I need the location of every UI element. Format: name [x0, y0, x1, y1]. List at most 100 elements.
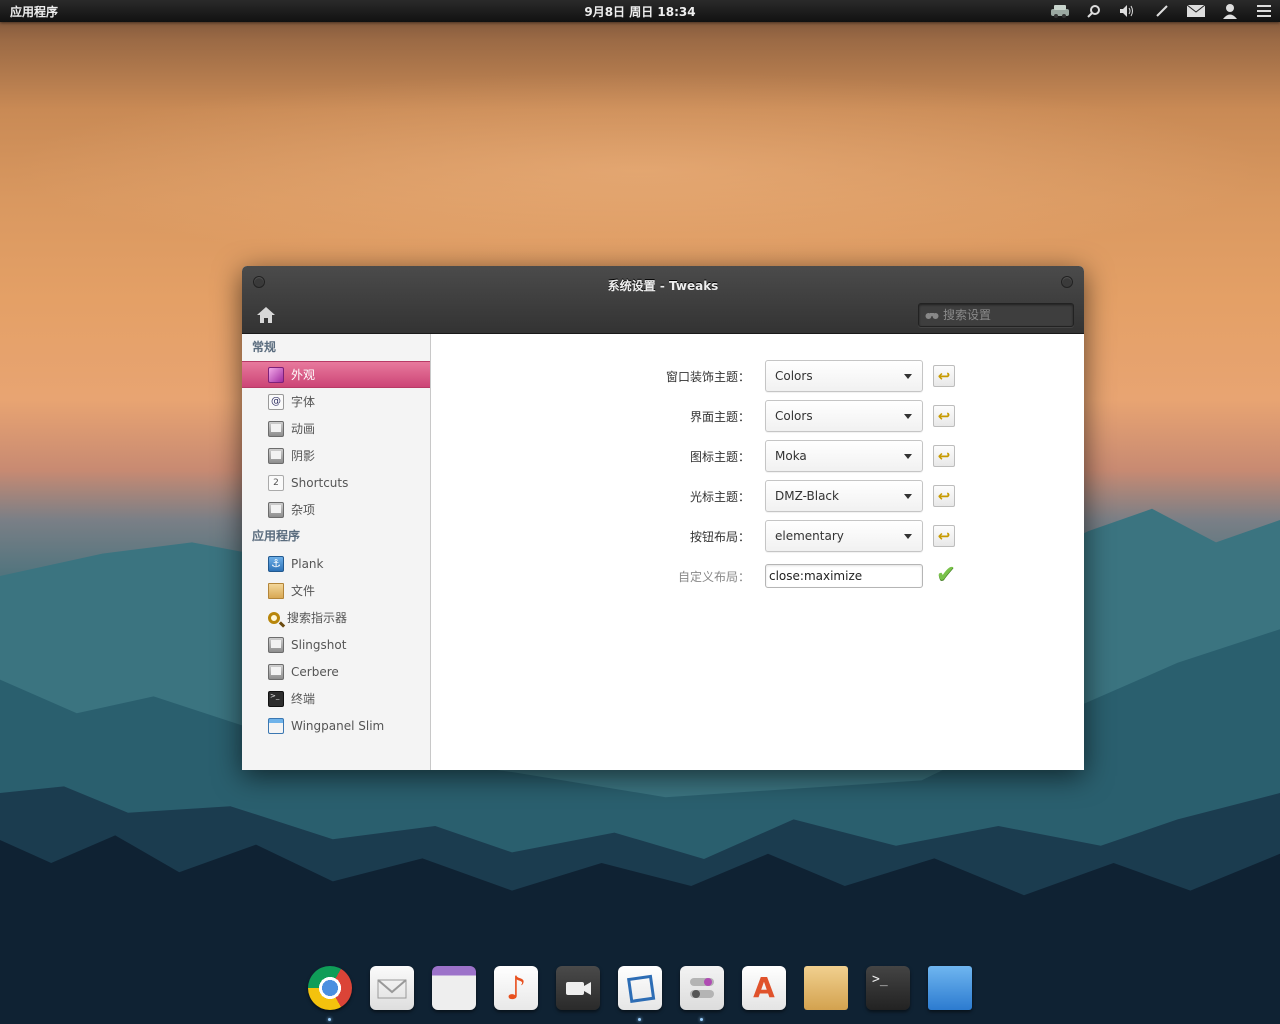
sidebar: 常规 外观 @ 字体 动画 阴影 2 Shortcuts 杂项 应用程序 ⚓ Plan…: [242, 334, 431, 770]
sidebar-item-shortcuts[interactable]: 2 Shortcuts: [242, 469, 430, 496]
sidebar-item-label: Plank: [291, 556, 324, 571]
ui-theme-row: 界面主题： Colors ↩: [431, 400, 1084, 432]
user-icon[interactable]: [1220, 2, 1240, 20]
sidebar-section-general: 常规: [252, 340, 277, 354]
sidebar-item-misc[interactable]: 杂项: [242, 496, 430, 523]
search-field[interactable]: [918, 303, 1074, 327]
tweaks-window: 系统设置 - Tweaks 常规 外观 @ 字体 动画 阴影 2 Shortcuts…: [242, 266, 1084, 770]
sidebar-item-label: 杂项: [291, 503, 316, 517]
dropdown-arrow-icon: [904, 454, 912, 459]
sidebar-item-label: 外观: [291, 368, 316, 382]
volume-icon[interactable]: [1118, 2, 1138, 20]
terminal-icon: >_: [268, 690, 284, 707]
sidebar-item-label: Wingpanel Slim: [291, 718, 385, 733]
mail-icon[interactable]: [370, 966, 414, 1010]
sidebar-item-label: 字体: [291, 395, 316, 409]
video-icon[interactable]: [556, 966, 600, 1010]
button-layout-label: 按钮布局：: [689, 530, 750, 544]
checkmark-icon[interactable]: ✔: [933, 561, 959, 587]
sidebar-item-appearance[interactable]: 外观: [242, 361, 430, 388]
reset-icon[interactable]: ↩: [933, 485, 955, 507]
custom-layout-row: 自定义布局： ✔: [431, 560, 1084, 592]
combo-value: Moka: [775, 449, 807, 463]
folder-icon: [268, 582, 284, 599]
sidebar-item-label: Shortcuts: [291, 475, 349, 490]
button-layout-row: 按钮布局： elementary ↩: [431, 520, 1084, 552]
search-input[interactable]: [943, 308, 1063, 322]
sidebar-item-plank[interactable]: ⚓ Plank: [242, 550, 430, 577]
top-panel: 应用程序 9月8日 周日 18:34: [0, 0, 1280, 22]
sidebar-item-label: 搜索指示器: [287, 611, 348, 625]
misc-icon: [268, 501, 284, 518]
combo-value: DMZ-Black: [775, 489, 839, 503]
sidebar-item-fonts[interactable]: @ 字体: [242, 388, 430, 415]
window-theme-combo[interactable]: Colors: [765, 360, 923, 392]
plank-icon: ⚓: [268, 555, 284, 572]
running-indicator: [328, 1018, 331, 1021]
icon-theme-combo[interactable]: Moka: [765, 440, 923, 472]
sidebar-item-search-indicator[interactable]: 搜索指示器: [242, 604, 430, 631]
custom-layout-label: 自定义布局：: [677, 570, 750, 584]
applications-menu[interactable]: 应用程序: [10, 3, 58, 20]
dropdown-arrow-icon: [904, 374, 912, 379]
sidebar-item-label: 文件: [291, 584, 316, 598]
calendar-icon[interactable]: [432, 966, 476, 1010]
icon-theme-row: 图标主题： Moka ↩: [431, 440, 1084, 472]
sidebar-item-files[interactable]: 文件: [242, 577, 430, 604]
sidebar-item-animations[interactable]: 动画: [242, 415, 430, 442]
binoculars-icon: [925, 313, 939, 319]
terminal-icon[interactable]: >_: [866, 966, 910, 1010]
shortcuts-icon: 2: [268, 474, 284, 491]
photos-icon[interactable]: [618, 966, 662, 1010]
home-icon[interactable]: [256, 306, 276, 324]
app-center-icon[interactable]: A: [742, 966, 786, 1010]
sidebar-item-shadows[interactable]: 阴影: [242, 442, 430, 469]
cursor-theme-combo[interactable]: DMZ-Black: [765, 480, 923, 512]
plank-dock: ♪ A >_: [300, 962, 980, 1024]
shadow-icon: [268, 447, 284, 464]
running-indicator: [638, 1018, 641, 1021]
sidebar-item-cerbere[interactable]: Cerbere: [242, 658, 430, 685]
dropdown-arrow-icon: [904, 414, 912, 419]
reset-icon[interactable]: ↩: [933, 405, 955, 427]
font-icon: @: [268, 393, 284, 410]
button-layout-combo[interactable]: elementary: [765, 520, 923, 552]
icon-theme-label: 图标主题：: [689, 450, 750, 464]
ui-theme-label: 界面主题：: [689, 410, 750, 424]
menu-icon[interactable]: [1254, 2, 1274, 20]
search-indicator-icon: [268, 611, 280, 624]
sidebar-item-label: 动画: [291, 422, 316, 436]
files-icon[interactable]: [804, 966, 848, 1010]
pen-icon[interactable]: [1152, 2, 1172, 20]
settings-icon[interactable]: [680, 966, 724, 1010]
sidebar-item-label: 阴影: [291, 449, 316, 463]
sidebar-item-label: 终端: [291, 692, 316, 706]
custom-layout-input[interactable]: [765, 564, 923, 588]
mail-icon[interactable]: [1186, 2, 1206, 20]
animation-icon: [268, 420, 284, 437]
combo-value: Colors: [775, 369, 813, 383]
settings-content: 窗口装饰主题： Colors ↩ 界面主题： Colors ↩ 图标主题： Mo…: [431, 334, 1084, 770]
reset-icon[interactable]: ↩: [933, 445, 955, 467]
dropdown-arrow-icon: [904, 534, 912, 539]
running-indicator: [700, 1018, 703, 1021]
sidebar-item-slingshot[interactable]: Slingshot: [242, 631, 430, 658]
reset-icon[interactable]: ↩: [933, 365, 955, 387]
sidebar-item-terminal[interactable]: >_ 终端: [242, 685, 430, 712]
network-icon[interactable]: [1050, 2, 1070, 20]
cursor-theme-label: 光标主题：: [689, 490, 750, 504]
wingpanel-icon: [268, 717, 284, 734]
ui-theme-combo[interactable]: Colors: [765, 400, 923, 432]
window-title: 系统设置 - Tweaks: [607, 279, 719, 293]
reset-icon[interactable]: ↩: [933, 525, 955, 547]
cursor-theme-row: 光标主题： DMZ-Black ↩: [431, 480, 1084, 512]
window-theme-label: 窗口装饰主题：: [665, 370, 750, 384]
clock[interactable]: 9月8日 周日 18:34: [584, 5, 695, 19]
chrome-icon[interactable]: [308, 966, 352, 1010]
combo-value: Colors: [775, 409, 813, 423]
titlebar[interactable]: 系统设置 - Tweaks: [242, 266, 1084, 334]
desktop-icon[interactable]: [928, 966, 972, 1010]
sidebar-item-wingpanel[interactable]: Wingpanel Slim: [242, 712, 430, 739]
search-icon[interactable]: [1084, 2, 1104, 20]
music-icon[interactable]: ♪: [494, 966, 538, 1010]
